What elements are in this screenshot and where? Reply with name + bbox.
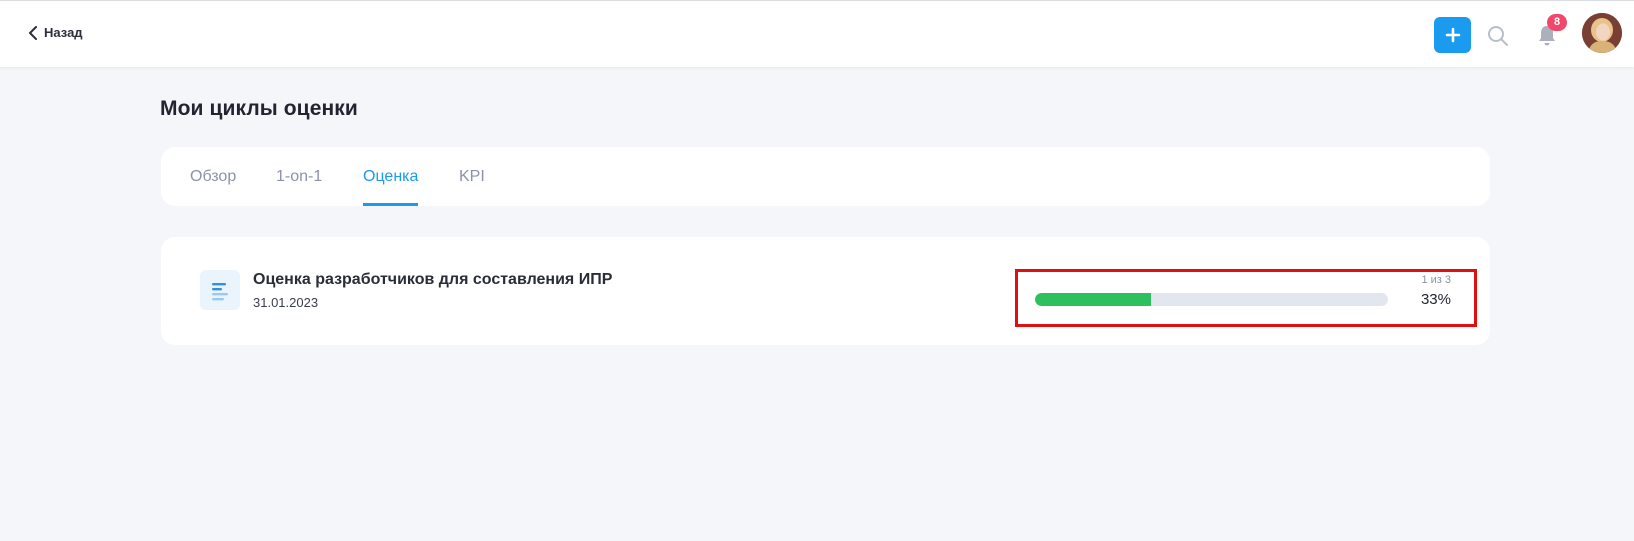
cycle-icon-box [200,270,240,310]
back-label: Назад [44,25,83,40]
progress-steps: 1 из 3 [1421,274,1451,286]
cycle-date: 31.01.2023 [253,295,319,310]
page-title: Мои циклы оценки [160,97,358,120]
progress-percent: 33% [1420,291,1451,308]
top-bar: Назад 8 [0,0,1634,67]
tab-assessment[interactable]: Оценка [363,147,419,206]
back-link[interactable]: Назад [28,25,83,40]
progress-fill [1035,293,1152,306]
chevron-left-icon [29,25,37,40]
notifications-badge: 8 [1547,14,1567,31]
search-icon [1488,26,1508,46]
list-lines-icon [212,283,228,301]
tabs-bar: Обзор 1-on-1 Оценка KPI [161,147,1490,206]
tab-overview[interactable]: Обзор [190,147,236,206]
add-button[interactable] [1434,17,1471,53]
cycle-title[interactable]: Оценка разработчиков для составления ИПР [253,271,612,289]
tab-one-on-one[interactable]: 1-on-1 [276,147,322,206]
progress-bar [1035,293,1388,306]
tab-kpi[interactable]: KPI [459,147,485,206]
plus-icon [1445,27,1460,43]
search-button[interactable] [1486,24,1510,48]
avatar[interactable] [1582,13,1622,53]
user-photo [1582,13,1622,53]
